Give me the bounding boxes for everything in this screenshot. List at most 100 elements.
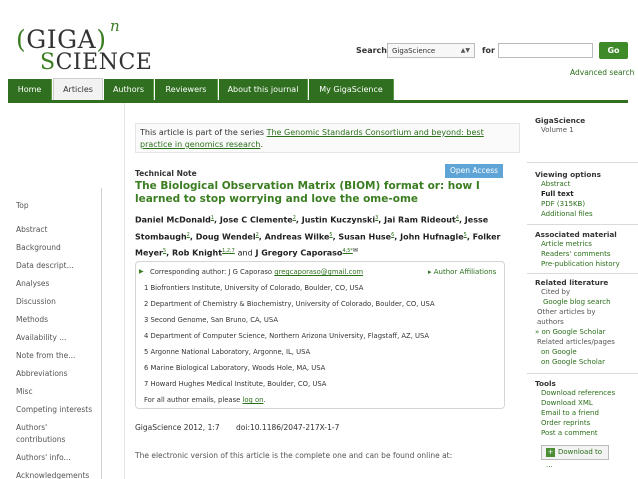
- author-name[interactable]: Daniel McDonald: [135, 216, 211, 225]
- author-name[interactable]: Susan Huse: [338, 232, 391, 241]
- author-affiliations-toggle[interactable]: ▸ Author Affiliations: [428, 268, 496, 276]
- pre-publication-history-link[interactable]: Pre-publication history: [541, 260, 620, 268]
- author-affil-ref[interactable]: 2: [187, 232, 190, 238]
- sidebar-divider: [527, 162, 638, 163]
- log-on-link[interactable]: log on: [242, 396, 263, 404]
- download-xml-link[interactable]: Download XML: [541, 399, 593, 407]
- tab-articles[interactable]: Articles: [53, 78, 103, 102]
- and-text: and: [237, 248, 253, 258]
- tools-heading: Tools: [535, 379, 556, 388]
- search-input[interactable]: [498, 43, 593, 58]
- author-name[interactable]: Doug Wendel: [196, 232, 256, 241]
- viewing-options-heading: Viewing options: [535, 170, 601, 179]
- google-blog-search-link[interactable]: Google blog search: [543, 298, 611, 306]
- author-affil-ref[interactable]: 1: [211, 215, 214, 221]
- corresponding-email-link[interactable]: gregcaporaso@gmail.com: [274, 268, 363, 276]
- download-to-button[interactable]: + Download to ...: [541, 445, 609, 469]
- section-link-abbreviations[interactable]: Abbreviations: [8, 366, 101, 381]
- author-affil-ref[interactable]: 4: [456, 215, 459, 221]
- journal-name[interactable]: GigaScience: [535, 116, 585, 125]
- affiliation-item: 5 Argonne National Laboratory, Argonne, …: [144, 348, 311, 356]
- affiliation-item: 6 Marine Biological Laboratory, Woods Ho…: [144, 364, 326, 372]
- author-name[interactable]: John Hufnagle: [400, 232, 464, 241]
- download-references-link[interactable]: Download references: [541, 389, 615, 397]
- open-access-badge[interactable]: Open Access: [445, 164, 503, 178]
- affiliation-item: 4 Department of Computer Science, Northe…: [144, 332, 430, 340]
- go-button[interactable]: Go: [599, 42, 628, 59]
- author-name[interactable]: Jai Ram Rideout: [384, 216, 456, 225]
- sidebar-divider: [527, 273, 638, 274]
- tab-my-gigascience[interactable]: My GigaScience: [309, 79, 394, 101]
- affiliation-item: 3 Second Genome, San Bruno, CA, USA: [144, 316, 278, 324]
- section-link-abstract[interactable]: Abstract: [8, 222, 101, 237]
- section-link-misc[interactable]: Misc: [8, 384, 101, 399]
- additional-files-link[interactable]: Additional files: [541, 210, 593, 218]
- authors-google-scholar-link[interactable]: » on Google Scholar: [535, 328, 606, 336]
- related-on-google-scholar-link[interactable]: on Google Scholar: [541, 358, 605, 366]
- search-scope-select[interactable]: GigaScience ▲▼: [387, 43, 475, 58]
- order-reprints-link[interactable]: Order reprints: [541, 419, 590, 427]
- all-emails-prefix: For all author emails, please: [144, 396, 243, 404]
- related-on-google-link[interactable]: on Google: [541, 348, 577, 356]
- author-name[interactable]: Andreas Wilke: [265, 232, 330, 241]
- email-friend-link[interactable]: Email to a friend: [541, 409, 599, 417]
- author-name[interactable]: Rob Knight: [172, 249, 222, 258]
- section-link-acknowledgements[interactable]: Acknowledgements: [8, 468, 101, 479]
- tab-about-journal[interactable]: About this journal: [219, 79, 308, 101]
- corresponding-label: Corresponding author: J G Caporaso: [150, 268, 273, 276]
- author-affil-ref[interactable]: 5: [329, 232, 332, 238]
- article-metrics-link[interactable]: Article metrics: [541, 240, 592, 248]
- all-emails-suffix: .: [263, 396, 266, 404]
- author-affil-ref[interactable]: 5: [163, 248, 166, 254]
- section-link-authors-info[interactable]: Authors' info...: [8, 450, 101, 465]
- author-affiliations-label: Author Affiliations: [433, 268, 497, 276]
- section-link-authors-contributions-cont[interactable]: contributions: [8, 435, 101, 447]
- section-link-methods[interactable]: Methods: [8, 312, 101, 327]
- author-affil-ref[interactable]: 5: [464, 232, 467, 238]
- author-affil-ref[interactable]: 4,5*: [342, 248, 352, 254]
- series-prefix: This article is part of the series: [140, 128, 267, 137]
- envelope-icon[interactable]: ✉: [353, 247, 358, 254]
- section-link-authors-contributions[interactable]: Authors': [8, 420, 101, 435]
- advanced-search-link[interactable]: Advanced search: [570, 68, 634, 77]
- logo-science-text: SCIENCE: [40, 50, 153, 75]
- section-link-background[interactable]: Background: [8, 240, 101, 255]
- section-link-discussion[interactable]: Discussion: [8, 294, 101, 309]
- author-name[interactable]: J Gregory Caporaso: [255, 249, 342, 258]
- readers-comments-link[interactable]: Readers' comments: [541, 250, 610, 258]
- other-articles-label: Other articles by: [537, 308, 596, 316]
- section-link-data-description[interactable]: Data descript...: [8, 258, 101, 273]
- section-link-note[interactable]: Note from the...: [8, 348, 101, 363]
- affiliation-item: 7 Howard Hughes Medical Institute, Bould…: [144, 380, 327, 388]
- section-link-availability[interactable]: Availability ...: [8, 330, 101, 345]
- volume-label[interactable]: Volume 1: [541, 126, 574, 134]
- tab-reviewers[interactable]: Reviewers: [155, 79, 218, 101]
- sidebar-divider: [527, 373, 638, 374]
- sidebar-divider: [527, 224, 638, 225]
- plus-icon: +: [546, 448, 555, 457]
- search-label: Search: [356, 46, 387, 55]
- gigascience-logo[interactable]: (GIGA) n SCIENCE: [14, 17, 164, 75]
- corresponding-author: Corresponding author: J G Caporaso gregc…: [150, 268, 363, 276]
- author-name[interactable]: Justin Kuczynski: [302, 216, 375, 225]
- author-affil-ref[interactable]: 3: [375, 215, 378, 221]
- section-link-analyses[interactable]: Analyses: [8, 276, 101, 291]
- pdf-link[interactable]: PDF (315KB): [541, 200, 585, 208]
- doi-text: doi:10.1186/2047-217X-1-7: [236, 423, 340, 432]
- tab-home[interactable]: Home: [8, 79, 52, 101]
- author-name[interactable]: Jose C Clemente: [220, 216, 293, 225]
- series-notice: This article is part of the series The G…: [135, 123, 520, 153]
- author-affil-ref[interactable]: 6: [391, 232, 394, 238]
- section-link-top[interactable]: Top: [8, 198, 101, 213]
- author-affil-ref[interactable]: 2: [293, 215, 296, 221]
- associated-material-heading: Associated material: [535, 230, 617, 239]
- tab-authors[interactable]: Authors: [104, 79, 154, 101]
- abstract-link[interactable]: Abstract: [541, 180, 570, 188]
- full-text-link[interactable]: Full text: [541, 190, 574, 198]
- search-scope-value: GigaScience: [392, 47, 436, 55]
- author-affil-ref[interactable]: 1,2,7: [222, 248, 235, 254]
- post-comment-link[interactable]: Post a comment: [541, 429, 598, 437]
- author-affil-ref[interactable]: 2: [256, 232, 259, 238]
- section-link-competing-interests[interactable]: Competing interests: [8, 402, 101, 417]
- triangle-right-icon[interactable]: ▶: [139, 268, 144, 275]
